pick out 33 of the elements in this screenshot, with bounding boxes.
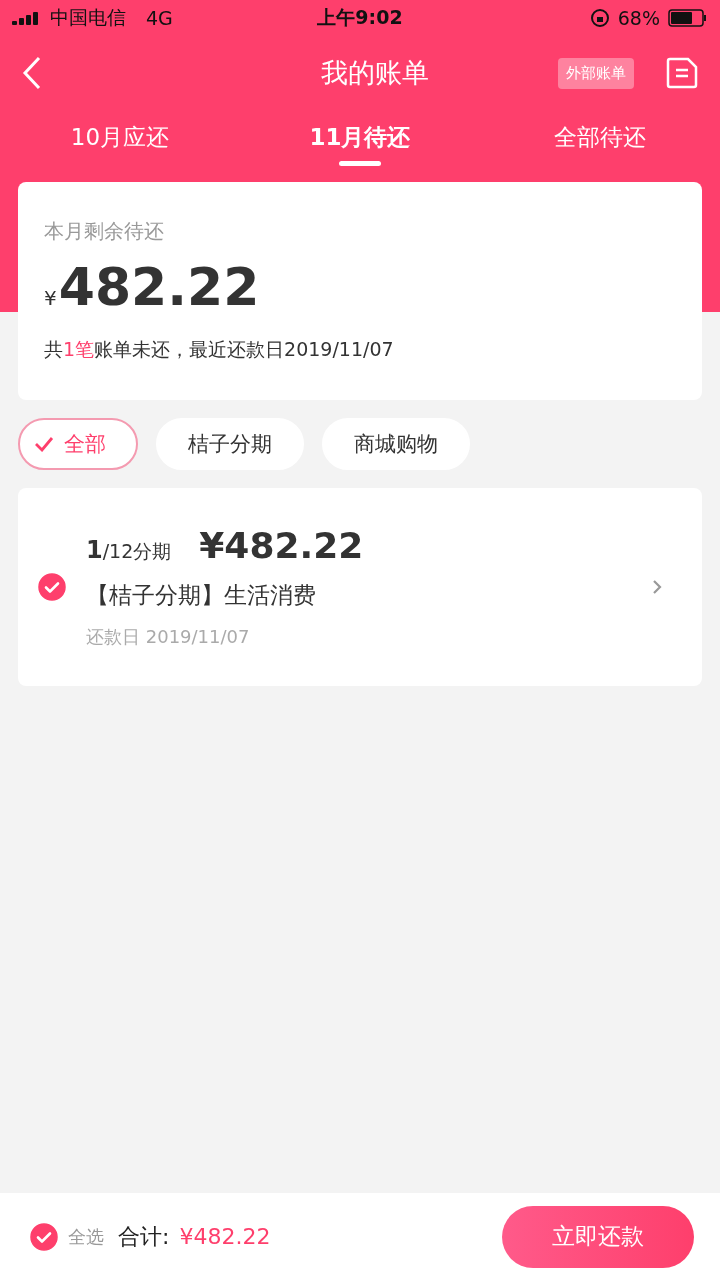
- total-label: 合计:: [118, 1222, 170, 1251]
- carrier-name: 中国电信: [50, 5, 126, 30]
- bill-title: 【桔子分期】生活消费: [86, 581, 317, 610]
- rotation-lock-icon: [589, 8, 610, 28]
- summary-note: 共1笔账单未还，最近还款日2019/11/07: [44, 337, 395, 362]
- currency-sign: ¥: [44, 286, 57, 310]
- battery-percent: 68%: [617, 7, 660, 29]
- chevron-right-icon: [652, 579, 662, 595]
- month-tab[interactable]: 11月待还: [240, 110, 480, 172]
- due-date: 还款日 2019/11/07: [86, 625, 251, 649]
- battery-icon: [668, 9, 708, 27]
- installment-label: 1/12分期: [86, 536, 172, 565]
- filter-chip[interactable]: 商城购物: [322, 418, 470, 470]
- network-type: 4G: [146, 7, 173, 29]
- bill-checkbox[interactable]: [38, 573, 66, 601]
- select-all-checkbox[interactable]: [30, 1222, 58, 1251]
- back-icon[interactable]: [22, 56, 42, 90]
- total-amount: ¥482.22: [179, 1224, 272, 1249]
- pay-now-button[interactable]: 立即还款: [502, 1205, 694, 1268]
- external-bills-button[interactable]: 外部账单: [558, 57, 634, 89]
- select-all-label: 全选: [68, 1224, 104, 1249]
- filter-chip[interactable]: 全部: [18, 418, 138, 470]
- bill-amount: ¥482.22: [199, 525, 364, 566]
- page-title: 我的账单: [320, 56, 430, 90]
- month-tab[interactable]: 10月应还: [0, 110, 240, 172]
- filter-chip[interactable]: 桔子分期: [156, 418, 304, 470]
- check-icon: [34, 436, 54, 452]
- summary-label: 本月剩余待还: [44, 218, 165, 245]
- bill-card[interactable]: 1/12分期 ¥482.22 【桔子分期】生活消费 还款日 2019/11/07: [18, 488, 702, 686]
- clock: 上午9:02: [317, 6, 403, 28]
- remaining-amount: 482.22: [58, 257, 260, 317]
- month-tab[interactable]: 全部待还: [480, 110, 720, 172]
- document-icon[interactable]: [666, 57, 698, 89]
